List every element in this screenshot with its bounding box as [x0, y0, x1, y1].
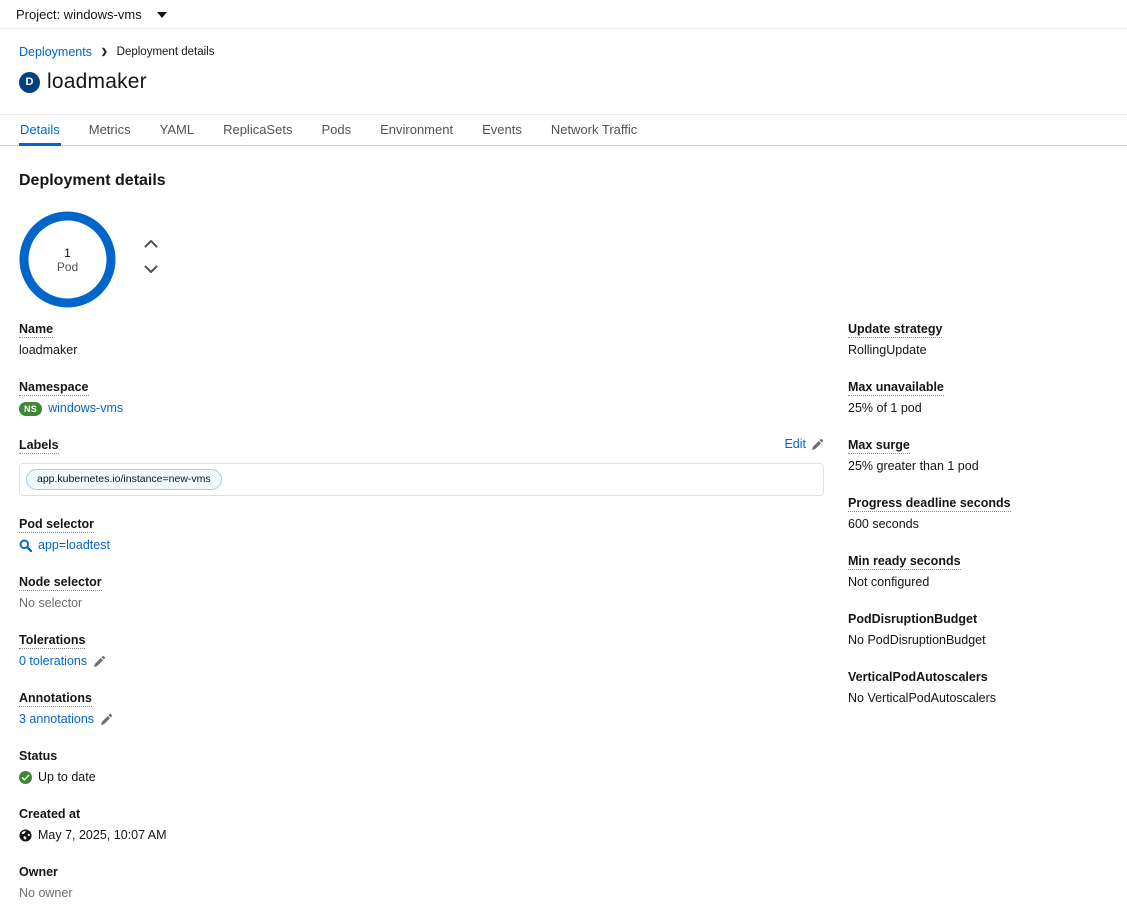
- detail-max-surge: Max surge 25% greater than 1 pod: [848, 437, 1103, 475]
- detail-created-at: Created at May 7, 2025, 10:07 AM: [19, 806, 824, 844]
- progress-deadline-term: Progress deadline seconds: [848, 496, 1011, 512]
- tab-pods[interactable]: Pods: [320, 115, 352, 146]
- caret-down-icon: [157, 12, 167, 18]
- tab-network-traffic[interactable]: Network Traffic: [550, 115, 638, 146]
- detail-namespace: Namespace NS windows-vms: [19, 379, 824, 417]
- status-term: Status: [19, 748, 824, 764]
- min-ready-value: Not configured: [848, 574, 1103, 591]
- max-surge-value: 25% greater than 1 pod: [848, 458, 1103, 475]
- update-strategy-value: RollingUpdate: [848, 342, 1103, 359]
- detail-node-selector: Node selector No selector: [19, 574, 824, 612]
- pod-count-value: 1: [64, 246, 71, 260]
- owner-term: Owner: [19, 864, 824, 880]
- update-strategy-term: Update strategy: [848, 322, 942, 338]
- max-unavailable-term: Max unavailable: [848, 380, 944, 396]
- tolerations-edit-button[interactable]: 0 tolerations: [19, 653, 87, 670]
- tab-metrics[interactable]: Metrics: [88, 115, 132, 146]
- created-at-value: May 7, 2025, 10:07 AM: [38, 827, 167, 844]
- detail-name: Name loadmaker: [19, 321, 824, 359]
- scale-down-button[interactable]: [142, 263, 160, 276]
- progress-deadline-value: 600 seconds: [848, 516, 1103, 533]
- tab-events[interactable]: Events: [481, 115, 523, 146]
- max-unavailable-value: 25% of 1 pod: [848, 400, 1103, 417]
- namespace-link[interactable]: windows-vms: [48, 400, 123, 417]
- detail-progress-deadline: Progress deadline seconds 600 seconds: [848, 495, 1103, 533]
- tab-bar: Details Metrics YAML ReplicaSets Pods En…: [0, 115, 1127, 146]
- detail-min-ready: Min ready seconds Not configured: [848, 553, 1103, 591]
- check-circle-icon: [19, 771, 32, 784]
- details-right-column: Update strategy RollingUpdate Max unavai…: [848, 321, 1103, 922]
- labels-term: Labels: [19, 438, 59, 454]
- labels-edit-button[interactable]: Edit: [784, 437, 824, 451]
- breadcrumb-link-deployments[interactable]: Deployments: [19, 45, 92, 59]
- max-surge-term: Max surge: [848, 438, 910, 454]
- scale-up-button[interactable]: [142, 237, 160, 250]
- labels-list: app.kubernetes.io/instance=new-vms: [19, 463, 824, 496]
- details-left-column: Name loadmaker Namespace NS windows-vms …: [19, 321, 824, 922]
- namespace-badge: NS: [19, 402, 42, 416]
- detail-update-strategy: Update strategy RollingUpdate: [848, 321, 1103, 359]
- search-icon: [19, 539, 32, 552]
- pdb-value: No PodDisruptionBudget: [848, 632, 1103, 649]
- pod-selector-term: Pod selector: [19, 517, 94, 533]
- annotations-edit-button[interactable]: 3 annotations: [19, 711, 94, 728]
- detail-vpa: VerticalPodAutoscalers No VerticalPodAut…: [848, 669, 1103, 707]
- detail-status: Status Up to date: [19, 748, 824, 786]
- page-title: loadmaker: [47, 70, 147, 94]
- pod-selector-link[interactable]: app=loadtest: [38, 537, 110, 554]
- detail-annotations: Annotations 3 annotations: [19, 690, 824, 728]
- chevron-right-icon: ❯: [101, 45, 108, 59]
- detail-owner: Owner No owner: [19, 864, 824, 902]
- detail-tolerations: Tolerations 0 tolerations: [19, 632, 824, 670]
- detail-pod-selector: Pod selector app=loadtest: [19, 516, 824, 554]
- tab-replicasets[interactable]: ReplicaSets: [222, 115, 293, 146]
- globe-icon: [19, 829, 32, 842]
- status-value: Up to date: [38, 769, 96, 786]
- min-ready-term: Min ready seconds: [848, 554, 961, 570]
- name-term: Name: [19, 322, 53, 338]
- owner-value: No owner: [19, 885, 824, 902]
- chevron-up-icon: [144, 239, 158, 248]
- tab-yaml[interactable]: YAML: [159, 115, 195, 146]
- annotations-term: Annotations: [19, 691, 92, 707]
- pod-count-label: Pod: [57, 260, 78, 274]
- breadcrumb: Deployments ❯ Deployment details: [19, 45, 1108, 59]
- deployment-badge: D: [19, 72, 40, 93]
- chevron-down-icon: [144, 265, 158, 274]
- tab-environment[interactable]: Environment: [379, 115, 454, 146]
- node-selector-value: No selector: [19, 595, 824, 612]
- pencil-icon: [811, 438, 824, 451]
- project-selector-label: Project: windows-vms: [16, 7, 142, 22]
- project-selector[interactable]: Project: windows-vms: [0, 0, 1127, 29]
- pod-count-donut: 1 Pod: [19, 211, 116, 308]
- pencil-icon: [93, 655, 106, 668]
- section-title: Deployment details: [19, 171, 1103, 190]
- breadcrumb-current: Deployment details: [117, 45, 215, 59]
- pdb-term: PodDisruptionBudget: [848, 611, 1103, 627]
- page-header: Deployments ❯ Deployment details D loadm…: [0, 29, 1127, 115]
- detail-pdb: PodDisruptionBudget No PodDisruptionBudg…: [848, 611, 1103, 649]
- tab-details[interactable]: Details: [19, 115, 61, 146]
- details-panel: Deployment details 1 Pod: [0, 146, 1127, 922]
- name-value: loadmaker: [19, 342, 824, 359]
- node-selector-term: Node selector: [19, 575, 102, 591]
- vpa-term: VerticalPodAutoscalers: [848, 669, 1103, 685]
- detail-labels: Labels Edit app.kubernetes.io/instance=n…: [19, 437, 824, 496]
- label-chip: app.kubernetes.io/instance=new-vms: [26, 469, 222, 490]
- detail-max-unavailable: Max unavailable 25% of 1 pod: [848, 379, 1103, 417]
- pencil-icon: [100, 713, 113, 726]
- pod-scale-stepper: [142, 237, 160, 308]
- namespace-term: Namespace: [19, 380, 89, 396]
- vpa-value: No VerticalPodAutoscalers: [848, 690, 1103, 707]
- tolerations-term: Tolerations: [19, 633, 85, 649]
- created-at-term: Created at: [19, 806, 824, 822]
